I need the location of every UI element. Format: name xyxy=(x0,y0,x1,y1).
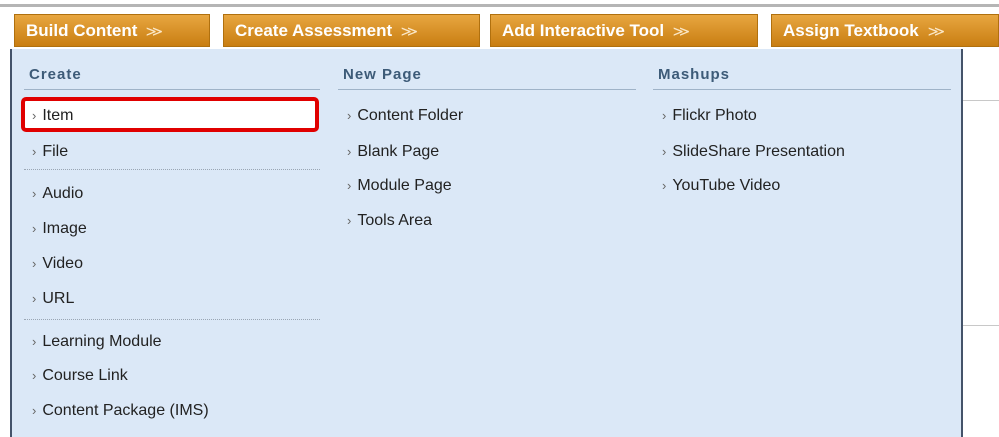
assign-textbook-label: Assign Textbook xyxy=(783,20,919,40)
add-interactive-tool-label: Add Interactive Tool xyxy=(502,20,665,40)
menu-separator xyxy=(24,319,320,320)
menu-item-label: Flickr Photo xyxy=(672,107,757,124)
toolbar-top-line xyxy=(0,4,999,7)
chevron-right-icon: › xyxy=(662,144,667,159)
menu-item-blank-page[interactable]: › Blank Page xyxy=(347,143,439,161)
menu-item-module-page[interactable]: › Module Page xyxy=(347,177,452,195)
menu-item-label: Content Package (IMS) xyxy=(42,402,209,419)
menu-item-item[interactable]: › Item xyxy=(32,107,73,125)
menu-item-content-folder[interactable]: › Content Folder xyxy=(347,107,463,125)
chevron-down-icon: ≫ xyxy=(145,22,164,39)
menu-item-audio[interactable]: › Audio xyxy=(32,185,83,203)
build-content-label: Build Content xyxy=(26,20,138,40)
menu-item-label: YouTube Video xyxy=(672,177,781,194)
menu-item-label: Content Folder xyxy=(357,107,464,124)
menu-item-label: Video xyxy=(42,255,83,272)
chevron-right-icon: › xyxy=(32,403,37,418)
menu-item-label: Blank Page xyxy=(357,143,440,160)
menu-item-label: SlideShare Presentation xyxy=(672,143,845,160)
new-page-heading: New Page xyxy=(343,66,422,83)
chevron-right-icon: › xyxy=(32,221,37,236)
menu-item-label: File xyxy=(42,143,69,160)
chevron-down-icon: ≫ xyxy=(672,22,691,39)
menu-item-course-link[interactable]: › Course Link xyxy=(32,367,128,385)
chevron-right-icon: › xyxy=(32,256,37,271)
menu-item-label: Audio xyxy=(42,185,84,202)
menu-item-slideshare-presentation[interactable]: › SlideShare Presentation xyxy=(662,143,845,161)
content-toolbar: Build Content ≫ Create Assessment ≫ Add … xyxy=(0,0,999,48)
menu-item-flickr-photo[interactable]: › Flickr Photo xyxy=(662,107,757,125)
menu-item-file[interactable]: › File xyxy=(32,143,68,161)
menu-item-tools-area[interactable]: › Tools Area xyxy=(347,212,432,230)
chevron-down-icon: ≫ xyxy=(400,22,419,39)
assign-textbook-button[interactable]: Assign Textbook ≫ xyxy=(771,14,999,47)
menu-separator xyxy=(24,169,320,170)
mashups-heading-rule xyxy=(653,89,951,90)
menu-item-youtube-video[interactable]: › YouTube Video xyxy=(662,177,780,195)
create-heading: Create xyxy=(29,66,82,83)
background-divider-top xyxy=(959,100,999,101)
background-divider-bottom xyxy=(959,325,999,326)
chevron-right-icon: › xyxy=(347,144,352,159)
menu-item-label: Image xyxy=(42,220,87,237)
build-content-menu: Create › Item › File › Audio › Image › Video … xyxy=(10,47,963,437)
chevron-right-icon: › xyxy=(32,144,37,159)
create-assessment-button[interactable]: Create Assessment ≫ xyxy=(223,14,480,47)
chevron-right-icon: › xyxy=(347,108,352,123)
chevron-down-icon: ≫ xyxy=(927,22,945,39)
menu-item-label: URL xyxy=(42,290,75,307)
menu-item-content-package[interactable]: › Content Package (IMS) xyxy=(32,402,209,420)
add-interactive-tool-button[interactable]: Add Interactive Tool ≫ xyxy=(490,14,758,47)
menu-item-label: Course Link xyxy=(42,367,128,384)
chevron-right-icon: › xyxy=(32,186,37,201)
create-assessment-label: Create Assessment xyxy=(235,20,393,40)
menu-item-label: Module Page xyxy=(357,177,452,194)
chevron-right-icon: › xyxy=(347,213,352,228)
menu-item-image[interactable]: › Image xyxy=(32,220,87,238)
new-page-heading-rule xyxy=(338,89,636,90)
chevron-right-icon: › xyxy=(662,178,667,193)
menu-item-video[interactable]: › Video xyxy=(32,255,83,273)
create-heading-rule xyxy=(24,89,320,90)
chevron-right-icon: › xyxy=(347,178,352,193)
chevron-right-icon: › xyxy=(32,368,37,383)
chevron-right-icon: › xyxy=(32,108,37,123)
menu-item-learning-module[interactable]: › Learning Module xyxy=(32,333,162,351)
chevron-right-icon: › xyxy=(32,291,37,306)
menu-item-label: Tools Area xyxy=(357,212,433,229)
menu-item-url[interactable]: › URL xyxy=(32,290,74,308)
build-content-button[interactable]: Build Content ≫ xyxy=(14,14,210,47)
mashups-heading: Mashups xyxy=(658,66,731,83)
chevron-right-icon: › xyxy=(662,108,667,123)
menu-item-label: Learning Module xyxy=(42,333,162,350)
menu-item-label: Item xyxy=(42,107,74,124)
chevron-right-icon: › xyxy=(32,334,37,349)
